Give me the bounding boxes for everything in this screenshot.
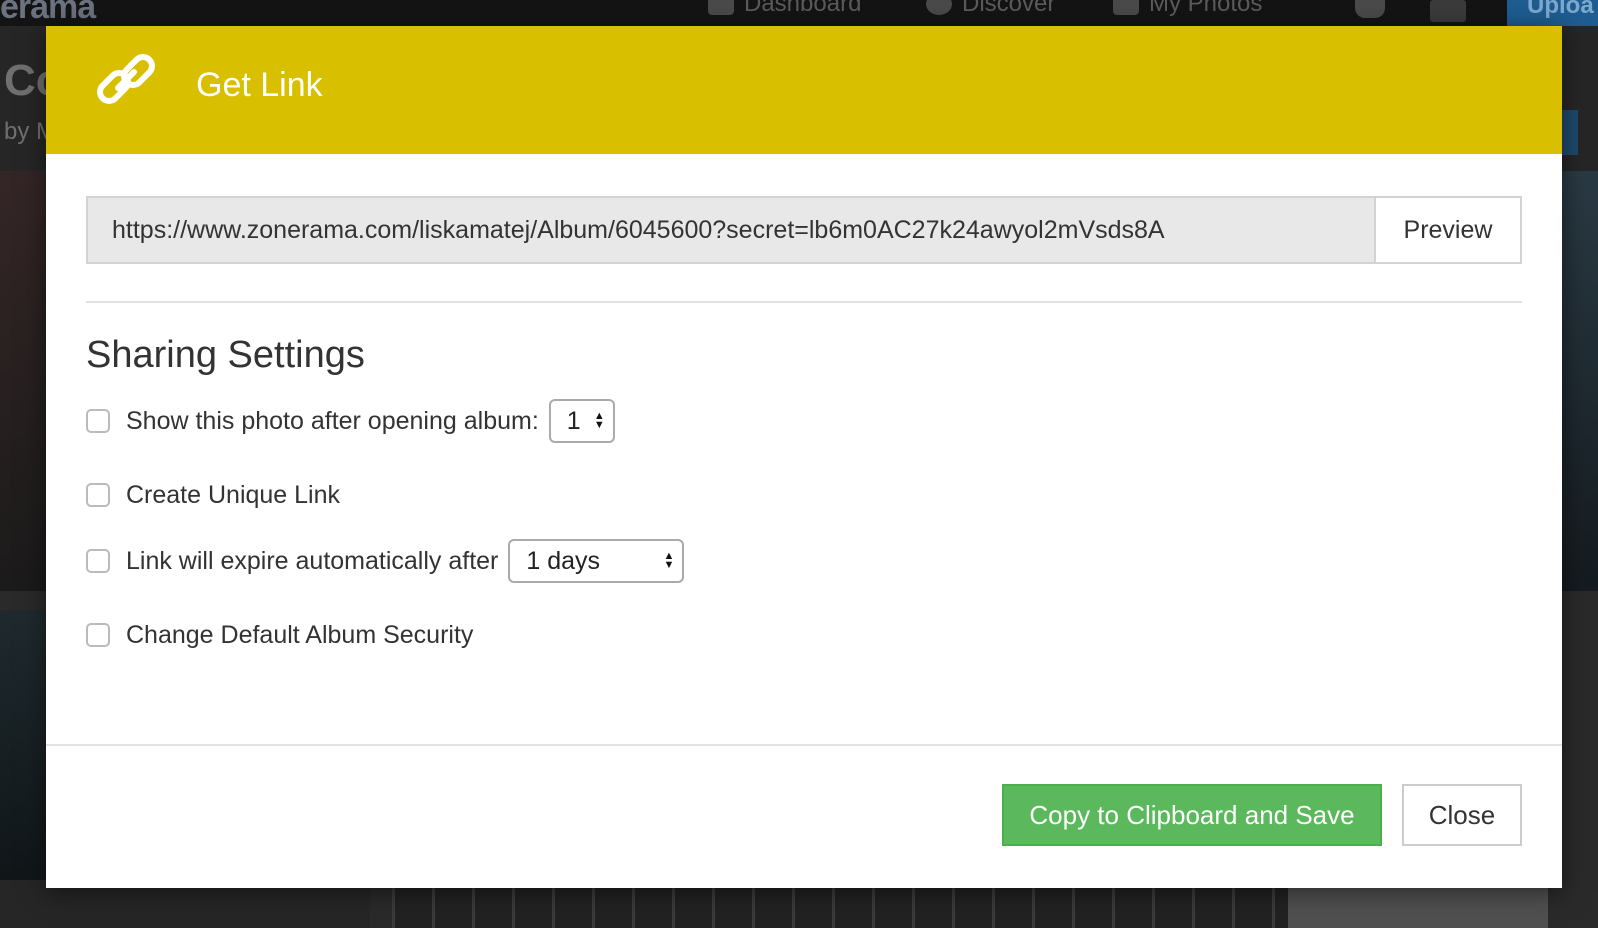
footer-divider	[46, 744, 1562, 746]
album-security-label: Change Default Album Security	[126, 620, 474, 649]
up-down-arrows-icon: ▲ ▼	[663, 550, 675, 571]
nav-discover-label: Discover	[962, 0, 1056, 17]
link-icon	[97, 54, 155, 104]
album-security-checkbox[interactable]	[86, 623, 110, 647]
site-logo: erama	[0, 0, 96, 26]
bar-chart-icon	[708, 0, 734, 15]
dialog-header: Get Link	[46, 26, 1562, 154]
top-navbar: erama Dashboard Discover My Photos Uploa	[0, 0, 1598, 26]
copy-to-clipboard-button[interactable]: Copy to Clipboard and Save	[1002, 784, 1382, 846]
globe-icon	[926, 0, 952, 15]
expire-days-value: 1 days	[526, 546, 601, 575]
photo-number-stepper[interactable]: 1 ▲ ▼	[548, 399, 615, 443]
divider	[86, 301, 1522, 303]
nav-my-photos[interactable]: My Photos	[1113, 0, 1262, 18]
option-show-photo: Show this photo after opening album: 1 ▲…	[86, 398, 615, 444]
show-photo-checkbox[interactable]	[86, 409, 110, 433]
unique-link-checkbox[interactable]	[86, 483, 110, 507]
preview-button[interactable]: Preview	[1374, 198, 1520, 262]
expire-label: Link will expire automatically after	[126, 546, 499, 575]
show-photo-label: Show this photo after opening album:	[126, 406, 539, 435]
expire-days-select[interactable]: 1 days ▲ ▼	[508, 539, 685, 583]
nav-my-photos-label: My Photos	[1149, 0, 1263, 17]
avatar[interactable]	[1430, 0, 1466, 22]
up-down-arrows-icon: ▲ ▼	[593, 410, 605, 431]
close-button[interactable]: Close	[1402, 784, 1522, 846]
sharing-settings-heading: Sharing Settings	[86, 334, 365, 376]
get-link-dialog: Get Link https://www.zonerama.com/liskam…	[46, 26, 1562, 888]
option-album-security: Change Default Album Security	[86, 612, 473, 658]
share-url-field[interactable]: https://www.zonerama.com/liskamatej/Albu…	[88, 198, 1374, 262]
nav-dashboard[interactable]: Dashboard	[708, 0, 861, 18]
upload-button[interactable]: Uploa	[1507, 0, 1598, 26]
photo-number-value: 1	[566, 406, 581, 435]
bell-icon[interactable]	[1355, 0, 1385, 18]
nav-discover[interactable]: Discover	[926, 0, 1055, 18]
dialog-title: Get Link	[196, 66, 323, 104]
nav-dashboard-label: Dashboard	[744, 0, 862, 17]
unique-link-label: Create Unique Link	[126, 480, 341, 509]
option-expire: Link will expire automatically after 1 d…	[86, 538, 685, 584]
expire-checkbox[interactable]	[86, 549, 110, 573]
option-unique-link: Create Unique Link	[86, 472, 340, 518]
photos-icon	[1113, 0, 1139, 15]
url-input-group: https://www.zonerama.com/liskamatej/Albu…	[86, 196, 1522, 264]
